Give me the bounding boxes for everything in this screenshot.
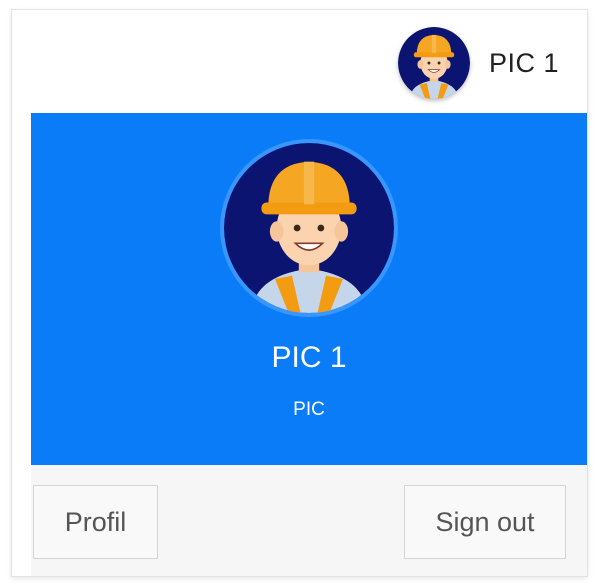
navbar-avatar[interactable] bbox=[398, 27, 470, 99]
navbar-user-name[interactable]: PIC 1 bbox=[489, 48, 559, 79]
user-menu-dropdown: PIC 1 PIC 1 PIC Profil Sign out bbox=[12, 10, 587, 576]
user-name: PIC 1 bbox=[271, 341, 347, 374]
top-navbar: PIC 1 bbox=[12, 10, 587, 113]
user-role: PIC bbox=[293, 399, 325, 420]
user-menu-toggle[interactable]: PIC 1 bbox=[398, 26, 559, 100]
user-avatar bbox=[220, 139, 398, 317]
user-footer: Profil Sign out bbox=[31, 465, 587, 576]
worker-avatar-icon bbox=[398, 27, 470, 99]
worker-avatar-icon bbox=[224, 143, 394, 313]
user-header: PIC 1 PIC bbox=[31, 113, 587, 465]
profile-button[interactable]: Profil bbox=[33, 485, 158, 559]
sign-out-button[interactable]: Sign out bbox=[404, 485, 566, 559]
